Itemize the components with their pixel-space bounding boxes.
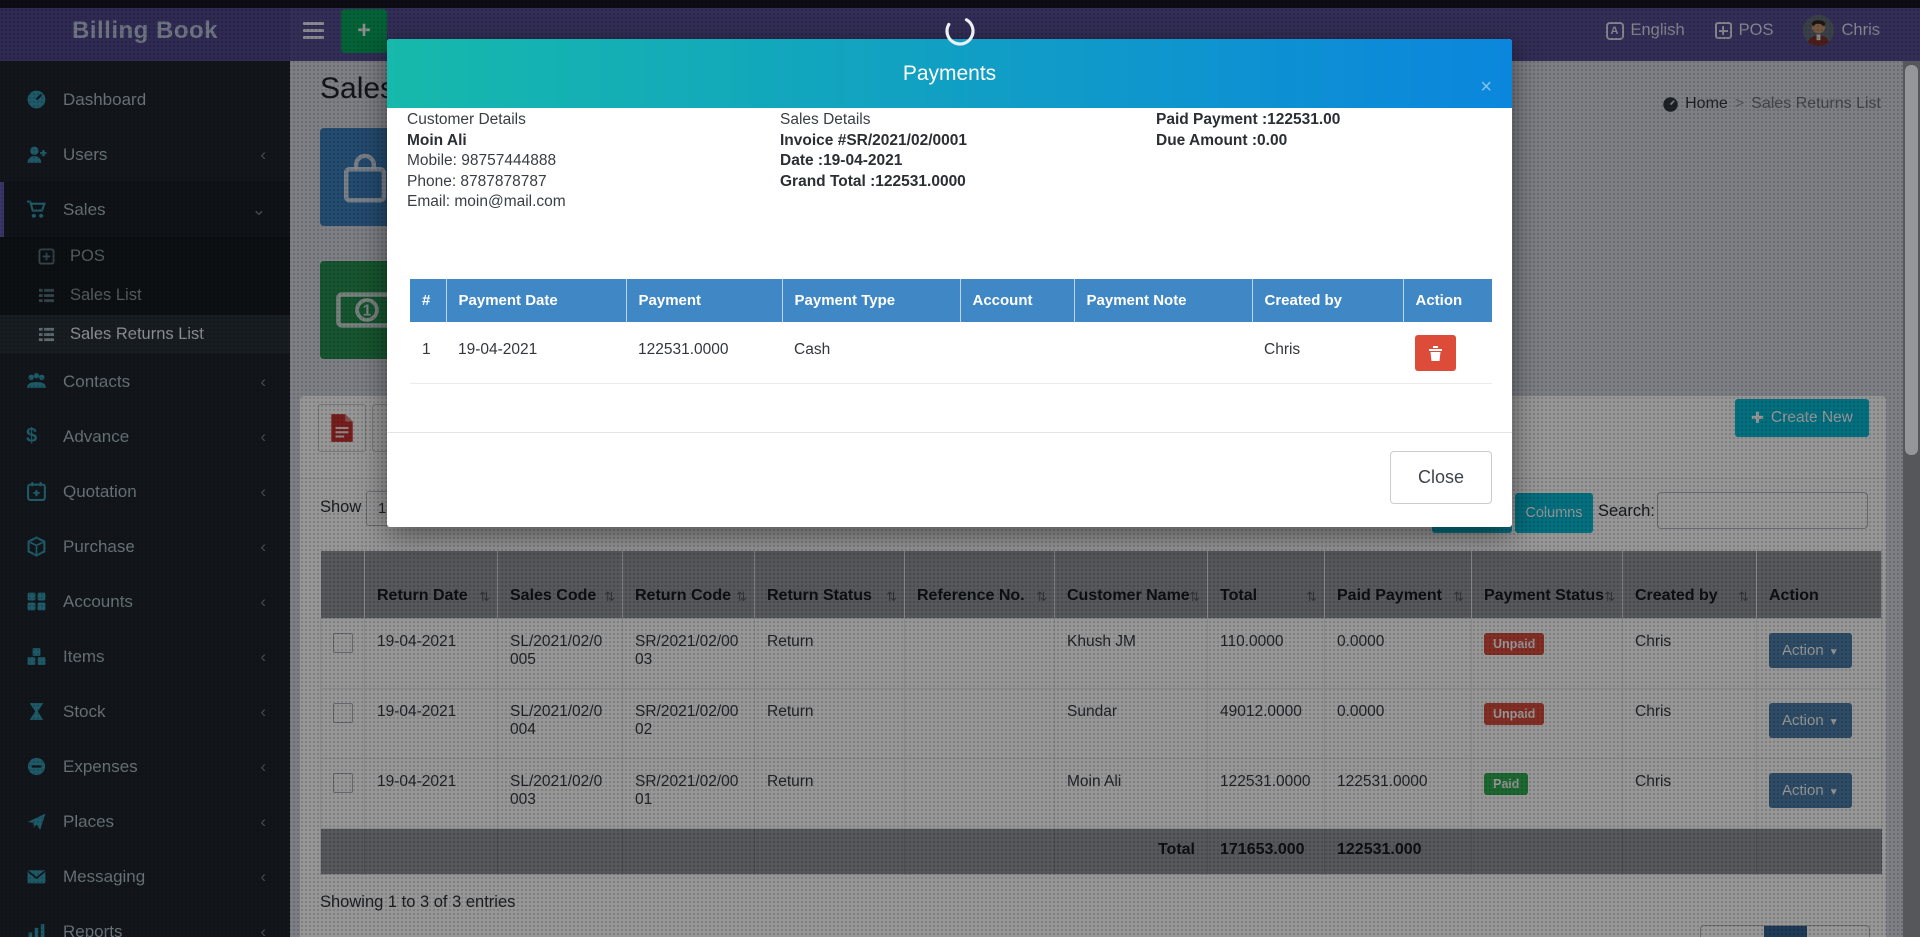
customer-mobile: Mobile: 98757444888	[407, 151, 566, 172]
customer-details-heading: Customer Details	[407, 110, 566, 131]
cell-payment: 122531.0000	[626, 322, 782, 383]
invoice-number: Invoice #SR/2021/02/0001	[780, 131, 967, 152]
sales-details-heading: Sales Details	[780, 110, 967, 131]
col-payment-note: Payment Note	[1074, 279, 1252, 322]
sale-date: Date :19-04-2021	[780, 151, 967, 172]
app-root: Billing Book + A English POS Chris	[0, 0, 1920, 937]
cell-num: 1	[410, 322, 446, 383]
grand-total: Grand Total :122531.0000	[780, 172, 967, 193]
col-num: #	[410, 279, 446, 322]
col-payment-date: Payment Date	[446, 279, 626, 322]
close-icon[interactable]: ×	[1480, 77, 1492, 97]
customer-name: Moin Ali	[407, 131, 566, 152]
col-created-by: Created by	[1252, 279, 1403, 322]
modal-footer: Close	[387, 432, 1512, 527]
paid-payment-text: Paid Payment :122531.00	[1156, 110, 1340, 131]
col-payment-type: Payment Type	[782, 279, 960, 322]
cell-payment-type: Cash	[782, 322, 960, 383]
payments-header-row: # Payment Date Payment Payment Type Acco…	[410, 279, 1492, 322]
customer-email: Email: moin@mail.com	[407, 192, 566, 213]
modal-title: Payments	[387, 39, 1512, 108]
col-payment: Payment	[626, 279, 782, 322]
cell-account	[960, 322, 1074, 383]
payments-table: # Payment Date Payment Payment Type Acco…	[410, 279, 1493, 384]
payment-summary-block: Paid Payment :122531.00 Due Amount :0.00	[1156, 110, 1340, 151]
delete-payment-button[interactable]	[1415, 335, 1456, 371]
col-account: Account	[960, 279, 1074, 322]
scrollbar-thumb[interactable]	[1905, 65, 1918, 455]
customer-details-block: Customer Details Moin Ali Mobile: 987574…	[407, 110, 566, 213]
cell-created-by: Chris	[1252, 322, 1403, 383]
loading-spinner-icon	[943, 14, 977, 48]
modal-header: Payments ×	[387, 39, 1512, 108]
due-amount-text: Due Amount :0.00	[1156, 131, 1340, 152]
sales-details-block: Sales Details Invoice #SR/2021/02/0001 D…	[780, 110, 967, 192]
payment-row: 1 19-04-2021 122531.0000 Cash Chris	[410, 322, 1492, 383]
col-action: Action	[1403, 279, 1492, 322]
payments-modal: Payments × Customer Details Moin Ali Mob…	[387, 39, 1512, 527]
cell-payment-note	[1074, 322, 1252, 383]
page-scrollbar[interactable]	[1903, 61, 1920, 937]
trash-icon	[1428, 345, 1443, 362]
close-button[interactable]: Close	[1390, 451, 1492, 504]
cell-payment-date: 19-04-2021	[446, 322, 626, 383]
customer-phone: Phone: 8787878787	[407, 172, 566, 193]
